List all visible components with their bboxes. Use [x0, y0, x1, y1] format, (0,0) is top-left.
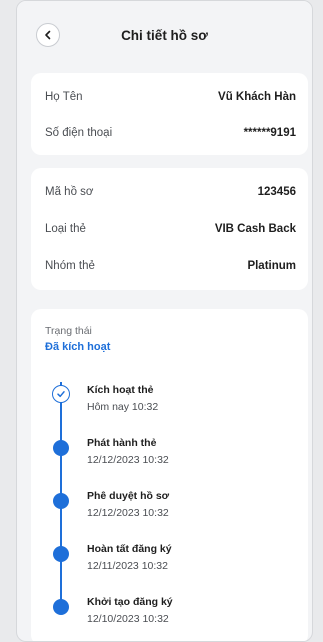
name-row: Họ Tên Vũ Khách Hàn	[31, 87, 296, 107]
step-time: Hôm nay 10:32	[87, 401, 159, 413]
step-title: Khởi tạo đăng ký	[87, 596, 173, 608]
step-time: 12/11/2023 10:32	[87, 560, 168, 572]
card-type-label: Loại thẻ	[45, 223, 86, 235]
step-time: 12/12/2023 10:32	[87, 507, 169, 519]
phone-label: Số điện thoại	[45, 127, 113, 139]
timeline-step: Phê duyệt hồ sơ 12/12/2023 10:32	[31, 490, 308, 526]
name-label: Họ Tên	[45, 91, 83, 103]
status-label: Trạng thái	[45, 325, 92, 337]
card-info-card: Mã hồ sơ 123456 Loại thẻ VIB Cash Back N…	[31, 168, 308, 290]
timeline-step: Khởi tạo đăng ký 12/10/2023 10:32	[31, 596, 308, 632]
step-title: Hoàn tất đăng ký	[87, 543, 172, 555]
step-title: Phát hành thẻ	[87, 437, 157, 449]
header: Chi tiết hồ sơ	[17, 1, 312, 69]
timeline-step: Kích hoạt thẻ Hôm nay 10:32	[31, 384, 308, 420]
dot-icon	[53, 493, 69, 509]
card-group-label: Nhóm thẻ	[45, 260, 95, 272]
card-group-value: Platinum	[247, 260, 296, 272]
status-value: Đã kích hoạt	[45, 341, 111, 353]
dot-icon	[53, 440, 69, 456]
file-value: 123456	[257, 186, 296, 198]
profile-detail-screen: Chi tiết hồ sơ Họ Tên Vũ Khách Hàn Số đi…	[16, 0, 313, 642]
page-title: Chi tiết hồ sơ	[121, 28, 208, 43]
status-card: Trạng thái Đã kích hoạt Kích hoạt thẻ Hô…	[31, 309, 308, 641]
phone-row: Số điện thoại ******9191	[31, 123, 296, 143]
step-title: Phê duyệt hồ sơ	[87, 490, 170, 502]
phone-value: ******9191	[243, 127, 296, 139]
timeline-step: Phát hành thẻ 12/12/2023 10:32	[31, 437, 308, 473]
file-label: Mã hồ sơ	[45, 186, 94, 198]
card-type-row: Loại thẻ VIB Cash Back	[31, 219, 296, 239]
card-group-row: Nhóm thẻ Platinum	[31, 256, 296, 276]
step-time: 12/10/2023 10:32	[87, 613, 169, 625]
dot-icon	[53, 599, 69, 615]
check-circle-icon	[52, 385, 70, 403]
dot-icon	[53, 546, 69, 562]
name-value: Vũ Khách Hàn	[218, 91, 296, 103]
personal-info-card: Họ Tên Vũ Khách Hàn Số điện thoại ******…	[31, 73, 308, 155]
card-type-value: VIB Cash Back	[214, 223, 296, 235]
step-title: Kích hoạt thẻ	[87, 384, 154, 396]
timeline-step: Hoàn tất đăng ký 12/11/2023 10:32	[31, 543, 308, 579]
file-row: Mã hồ sơ 123456	[31, 182, 296, 202]
step-time: 12/12/2023 10:32	[87, 454, 169, 466]
